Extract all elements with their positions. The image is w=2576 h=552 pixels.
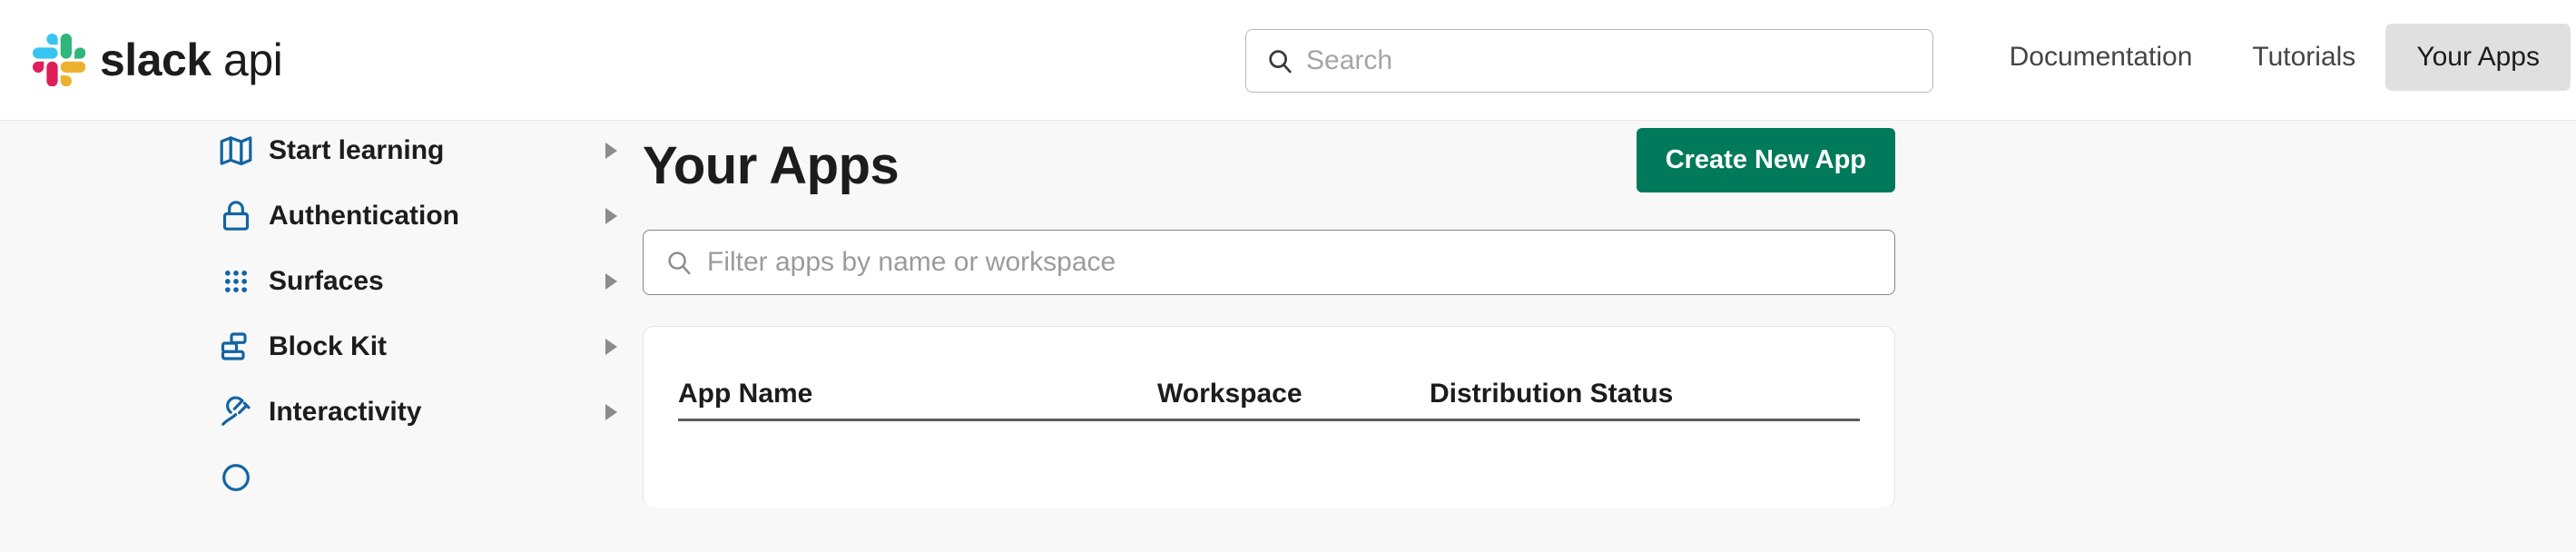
column-header-distribution-status: Distribution Status bbox=[1430, 379, 1674, 409]
main-header-row: Your Apps Create New App bbox=[643, 128, 1895, 215]
nav-link-your-apps[interactable]: Your Apps bbox=[2385, 24, 2571, 91]
filter-apps-input[interactable]: Filter apps by name or workspace bbox=[643, 230, 1895, 295]
nav-link-tutorials[interactable]: Tutorials bbox=[2222, 24, 2385, 91]
chevron-right-icon[interactable] bbox=[605, 339, 617, 355]
map-icon bbox=[218, 133, 261, 169]
sidebar-item-authentication[interactable]: Authentication bbox=[218, 193, 617, 239]
column-header-workspace: Workspace bbox=[1157, 379, 1303, 409]
sidebar-item-label: Block Kit bbox=[269, 331, 388, 361]
blocks-icon bbox=[218, 329, 261, 365]
partial-icon bbox=[218, 459, 261, 496]
plug-icon bbox=[218, 394, 261, 430]
sidebar-item-interactivity[interactable]: Interactivity bbox=[218, 389, 617, 435]
top-navigation: Documentation Tutorials Your Apps bbox=[1980, 24, 2576, 91]
slack-hashtag-logo-icon bbox=[33, 34, 85, 86]
page-body: Start learning Authentication Surfaces B… bbox=[0, 121, 2576, 552]
chevron-right-icon[interactable] bbox=[605, 143, 617, 159]
brand-name-api: api bbox=[223, 34, 283, 85]
brand-logo[interactable]: slack api bbox=[33, 27, 283, 93]
filter-placeholder: Filter apps by name or workspace bbox=[707, 247, 1116, 277]
search-icon bbox=[668, 251, 691, 275]
grid-dots-icon bbox=[218, 263, 261, 300]
sidebar-item-label: Start learning bbox=[269, 135, 445, 165]
sidebar-item-block-kit[interactable]: Block Kit bbox=[218, 324, 617, 370]
lock-icon bbox=[218, 198, 261, 234]
chevron-right-icon[interactable] bbox=[605, 273, 617, 290]
sidebar-item-start-learning[interactable]: Start learning bbox=[218, 128, 617, 173]
search-container[interactable]: Search bbox=[1245, 29, 1933, 93]
search-icon bbox=[1269, 50, 1292, 74]
sidebar-item-surfaces[interactable]: Surfaces bbox=[218, 259, 617, 304]
apps-table-header-row: App Name Workspace Distribution Status bbox=[678, 327, 1860, 421]
chevron-right-icon[interactable] bbox=[605, 208, 617, 224]
column-header-app-name: App Name bbox=[678, 379, 813, 409]
search-placeholder: Search bbox=[1306, 45, 1393, 75]
brand-name-slack: slack bbox=[100, 34, 211, 85]
page-title: Your Apps bbox=[643, 136, 900, 195]
docs-sidebar: Start learning Authentication Surfaces B… bbox=[218, 128, 617, 520]
filter-container[interactable]: Filter apps by name or workspace bbox=[643, 230, 1895, 295]
nav-link-documentation[interactable]: Documentation bbox=[1980, 24, 2223, 91]
brand-wordmark: slack api bbox=[100, 34, 283, 85]
create-new-app-button[interactable]: Create New App bbox=[1636, 128, 1895, 192]
sidebar-item-label: Authentication bbox=[269, 201, 459, 231]
apps-table-card: App Name Workspace Distribution Status bbox=[643, 326, 1895, 508]
site-header: slack api Search Documentation Tutorials… bbox=[0, 0, 2576, 121]
sidebar-item-label: Interactivity bbox=[269, 397, 422, 427]
search-input[interactable]: Search bbox=[1245, 29, 1933, 93]
sidebar-item-label: Surfaces bbox=[269, 266, 384, 296]
main-content: Your Apps Create New App Filter apps by … bbox=[643, 128, 1895, 508]
chevron-right-icon[interactable] bbox=[605, 404, 617, 420]
sidebar-item-partial[interactable] bbox=[218, 455, 617, 500]
